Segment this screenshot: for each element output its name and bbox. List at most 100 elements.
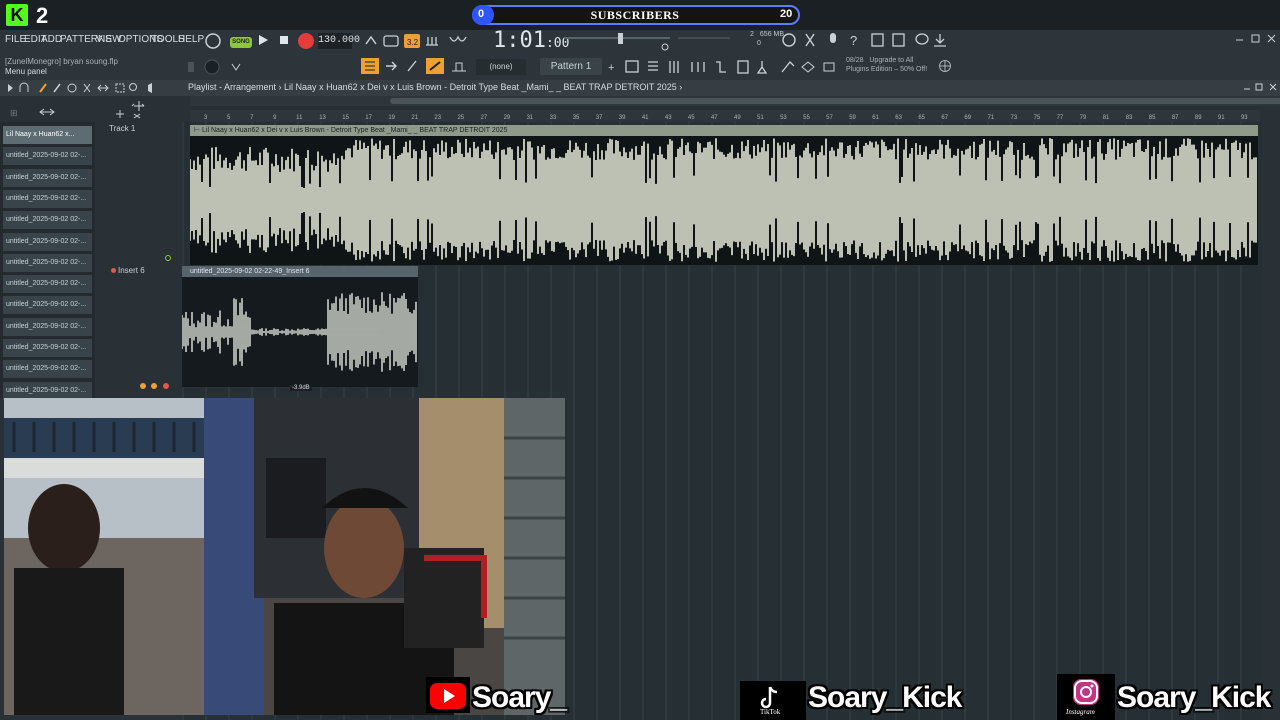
ruler-tick-label: 29 [504,115,511,121]
play-icon[interactable] [256,33,270,47]
song-time-display[interactable]: 1:01:00 [493,28,569,53]
browser-tool-icons[interactable]: ⊞ [6,96,186,122]
ruler-tick-label: 5 [227,115,231,121]
ruler-tick-label: 49 [734,115,741,121]
ruler-tick-label: 15 [342,115,349,121]
ruler-tick-label: 3 [204,115,208,121]
ruler-tick-label: 7 [250,115,254,121]
ruler-tick-label: 33 [550,115,557,121]
menu-help[interactable]: HELP [178,34,204,45]
polyphony-readout: 0 [757,40,761,47]
clip-gain-label: -3.9dB [290,385,312,391]
master-knobs-icon[interactable] [186,58,246,76]
master-volume-pitch-sliders[interactable] [560,30,740,52]
ruler-tick-label: 81 [1103,115,1110,121]
ruler-tick-label: 55 [803,115,810,121]
audio-clip-recording-waveform[interactable] [182,282,418,382]
svg-text:?: ? [850,33,857,48]
subscribers-current: 0 [478,8,485,20]
ruler-tick-label: 43 [665,115,672,121]
audio-clip-beat-waveform[interactable] [190,136,1258,264]
menu-add[interactable]: ADD [41,34,62,45]
ruler-tick-label: 47 [711,115,718,121]
clip-list-item[interactable]: untitled_2025-09-02 02-... [3,147,92,166]
ruler-tick-label: 91 [1218,115,1225,121]
song-mode-toggle[interactable]: SONG [230,37,252,48]
ruler-tick-label: 37 [596,115,603,121]
window-controls-icon[interactable] [1234,33,1278,45]
clip-list-item[interactable]: untitled_2025-09-02 02-... [3,253,92,272]
panel-shortcut-icons[interactable]: ? [780,31,952,49]
tiktok-handle: Soary_Kick [808,681,962,714]
svg-text:⊞: ⊞ [10,108,18,118]
playlist-vertical-scrollbar[interactable] [1266,122,1280,720]
playlist-window-controls-icon[interactable] [1242,83,1278,93]
promo-line-1[interactable]: 08/28 Upgrade to All [846,56,913,66]
ruler-tick-label: 27 [481,115,488,121]
ruler-tick-label: 69 [964,115,971,121]
track-1-label[interactable]: Track 1 [109,124,135,133]
clip-list-item[interactable]: untitled_2025-09-02 02-... [3,189,92,208]
clip-list-item[interactable]: untitled_2025-09-02 02-... [3,211,92,230]
ruler-tick-label: 11 [296,115,303,121]
clip-list-item[interactable]: untitled_2025-09-02 02-... [3,360,92,379]
clip-list-item[interactable]: untitled_2025-09-02 02-... [3,168,92,187]
ruler-tick-label: 25 [457,115,464,121]
promo-line-2[interactable]: Plugins Edition – 50% Off! [846,66,927,73]
audio-clip-recording-title[interactable]: untitled_2025-09-02 02-22-49_Insert 6 [182,266,418,277]
ruler-tick-label: 51 [757,115,764,121]
clip-list-item[interactable]: untitled_2025-09-02 02-... [3,339,92,357]
clip-list-item[interactable]: Lil Naay x Huan62 x... [3,126,92,144]
playlist-horizontal-scrollbar[interactable] [190,96,1280,106]
track-insert-6-label[interactable]: Insert 6 [110,266,145,275]
clip-menu-icon[interactable]: ⊢ [194,127,202,134]
clip-list-item[interactable]: untitled_2025-09-02 02-... [3,317,92,336]
ruler-tick-label: 53 [780,115,787,121]
clip-list-item[interactable]: untitled_2025-09-02 02-... [3,296,92,315]
record-button[interactable] [298,33,314,49]
ruler-tick-label: 61 [872,115,879,121]
clip-list-item[interactable]: untitled_2025-09-02 02-... [3,381,92,400]
ruler-tick-label: 89 [1195,115,1202,121]
ruler-tick-label: 79 [1080,115,1087,121]
webcam-feed [4,398,565,715]
metronome-loop-icon[interactable] [203,31,223,51]
cpu-memory-readout: 2 656 MB [750,31,785,38]
ruler-tick-label: 45 [688,115,695,121]
stop-icon[interactable] [277,33,291,47]
ruler-tick-label: 23 [434,115,441,121]
ruler-tick-label: 73 [1011,115,1018,121]
window-shortcut-icons[interactable]: + [606,58,842,76]
project-filename: [ZunelMonegro] bryan soung.flp [5,57,118,66]
ruler-tick-label: 83 [1126,115,1133,121]
clip-list-item[interactable]: untitled_2025-09-02 02-... [3,275,92,294]
track-control-icons[interactable] [138,381,174,391]
ruler-tick-label: 93 [1241,115,1248,121]
ruler-tick-label: 65 [918,115,925,121]
ruler-tick-label: 85 [1149,115,1156,121]
globe-icon[interactable] [938,59,952,73]
track-active-led-icon[interactable] [164,254,172,262]
clip-list-item[interactable]: untitled_2025-09-02 02-... [3,232,92,251]
playlist-timeline-ruler[interactable]: 3 5 7 9 11 13 15 17 19 21 23 25 27 29 31 33 35 37 39 41 43 45… [190,110,1260,122]
tempo-display[interactable]: 130.000 [318,33,360,49]
ruler-tick-label: 17 [365,115,372,121]
svg-text:3.2: 3.2 [407,38,419,47]
ruler-tick-label: 21 [411,115,418,121]
playlist-tool-icons[interactable] [6,82,166,94]
snap-selector[interactable]: (none) [476,59,526,75]
ruler-tick-label: 35 [573,115,580,121]
playlist-title[interactable]: Playlist - Arrangement › Lil Naay x Huan… [188,82,682,92]
subscribers-goal: 20 [780,8,793,20]
ruler-tick-label: 67 [941,115,948,121]
ruler-tick-label: 19 [388,115,395,121]
recording-tools-icons[interactable]: 3.2 [362,32,482,50]
audio-clip-beat-title[interactable]: ⊢ Lil Naay x Huan62 x Dei v x Luis Brown… [190,125,1258,136]
ruler-tick-label: 75 [1034,115,1041,121]
ruler-tick-label: 13 [319,115,326,121]
youtube-handle: Soary_ [472,681,567,714]
pattern-selector[interactable]: Pattern 1 [540,58,602,75]
snap-tools-icons[interactable] [360,57,475,75]
ruler-tick-label: 87 [1172,115,1179,121]
menu-file[interactable]: FILE [5,34,26,45]
